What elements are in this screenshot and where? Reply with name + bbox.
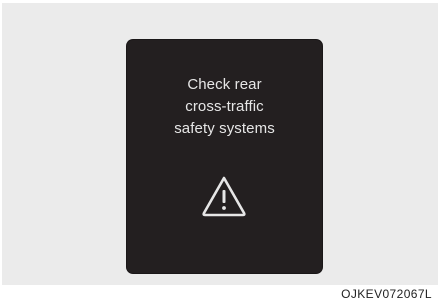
cluster-display-screen: Check rear cross-traffic safety systems [127, 40, 322, 273]
warning-triangle-icon [202, 176, 246, 217]
message-line-1: Check rear [187, 76, 262, 93]
figure-code-label: OJKEV072067L [341, 287, 432, 301]
message-line-3: safety systems [174, 120, 275, 137]
warning-message: Check rear cross-traffic safety systems [127, 74, 322, 140]
figure-panel: Check rear cross-traffic safety systems [2, 3, 438, 285]
message-line-2: cross-traffic [185, 98, 264, 115]
